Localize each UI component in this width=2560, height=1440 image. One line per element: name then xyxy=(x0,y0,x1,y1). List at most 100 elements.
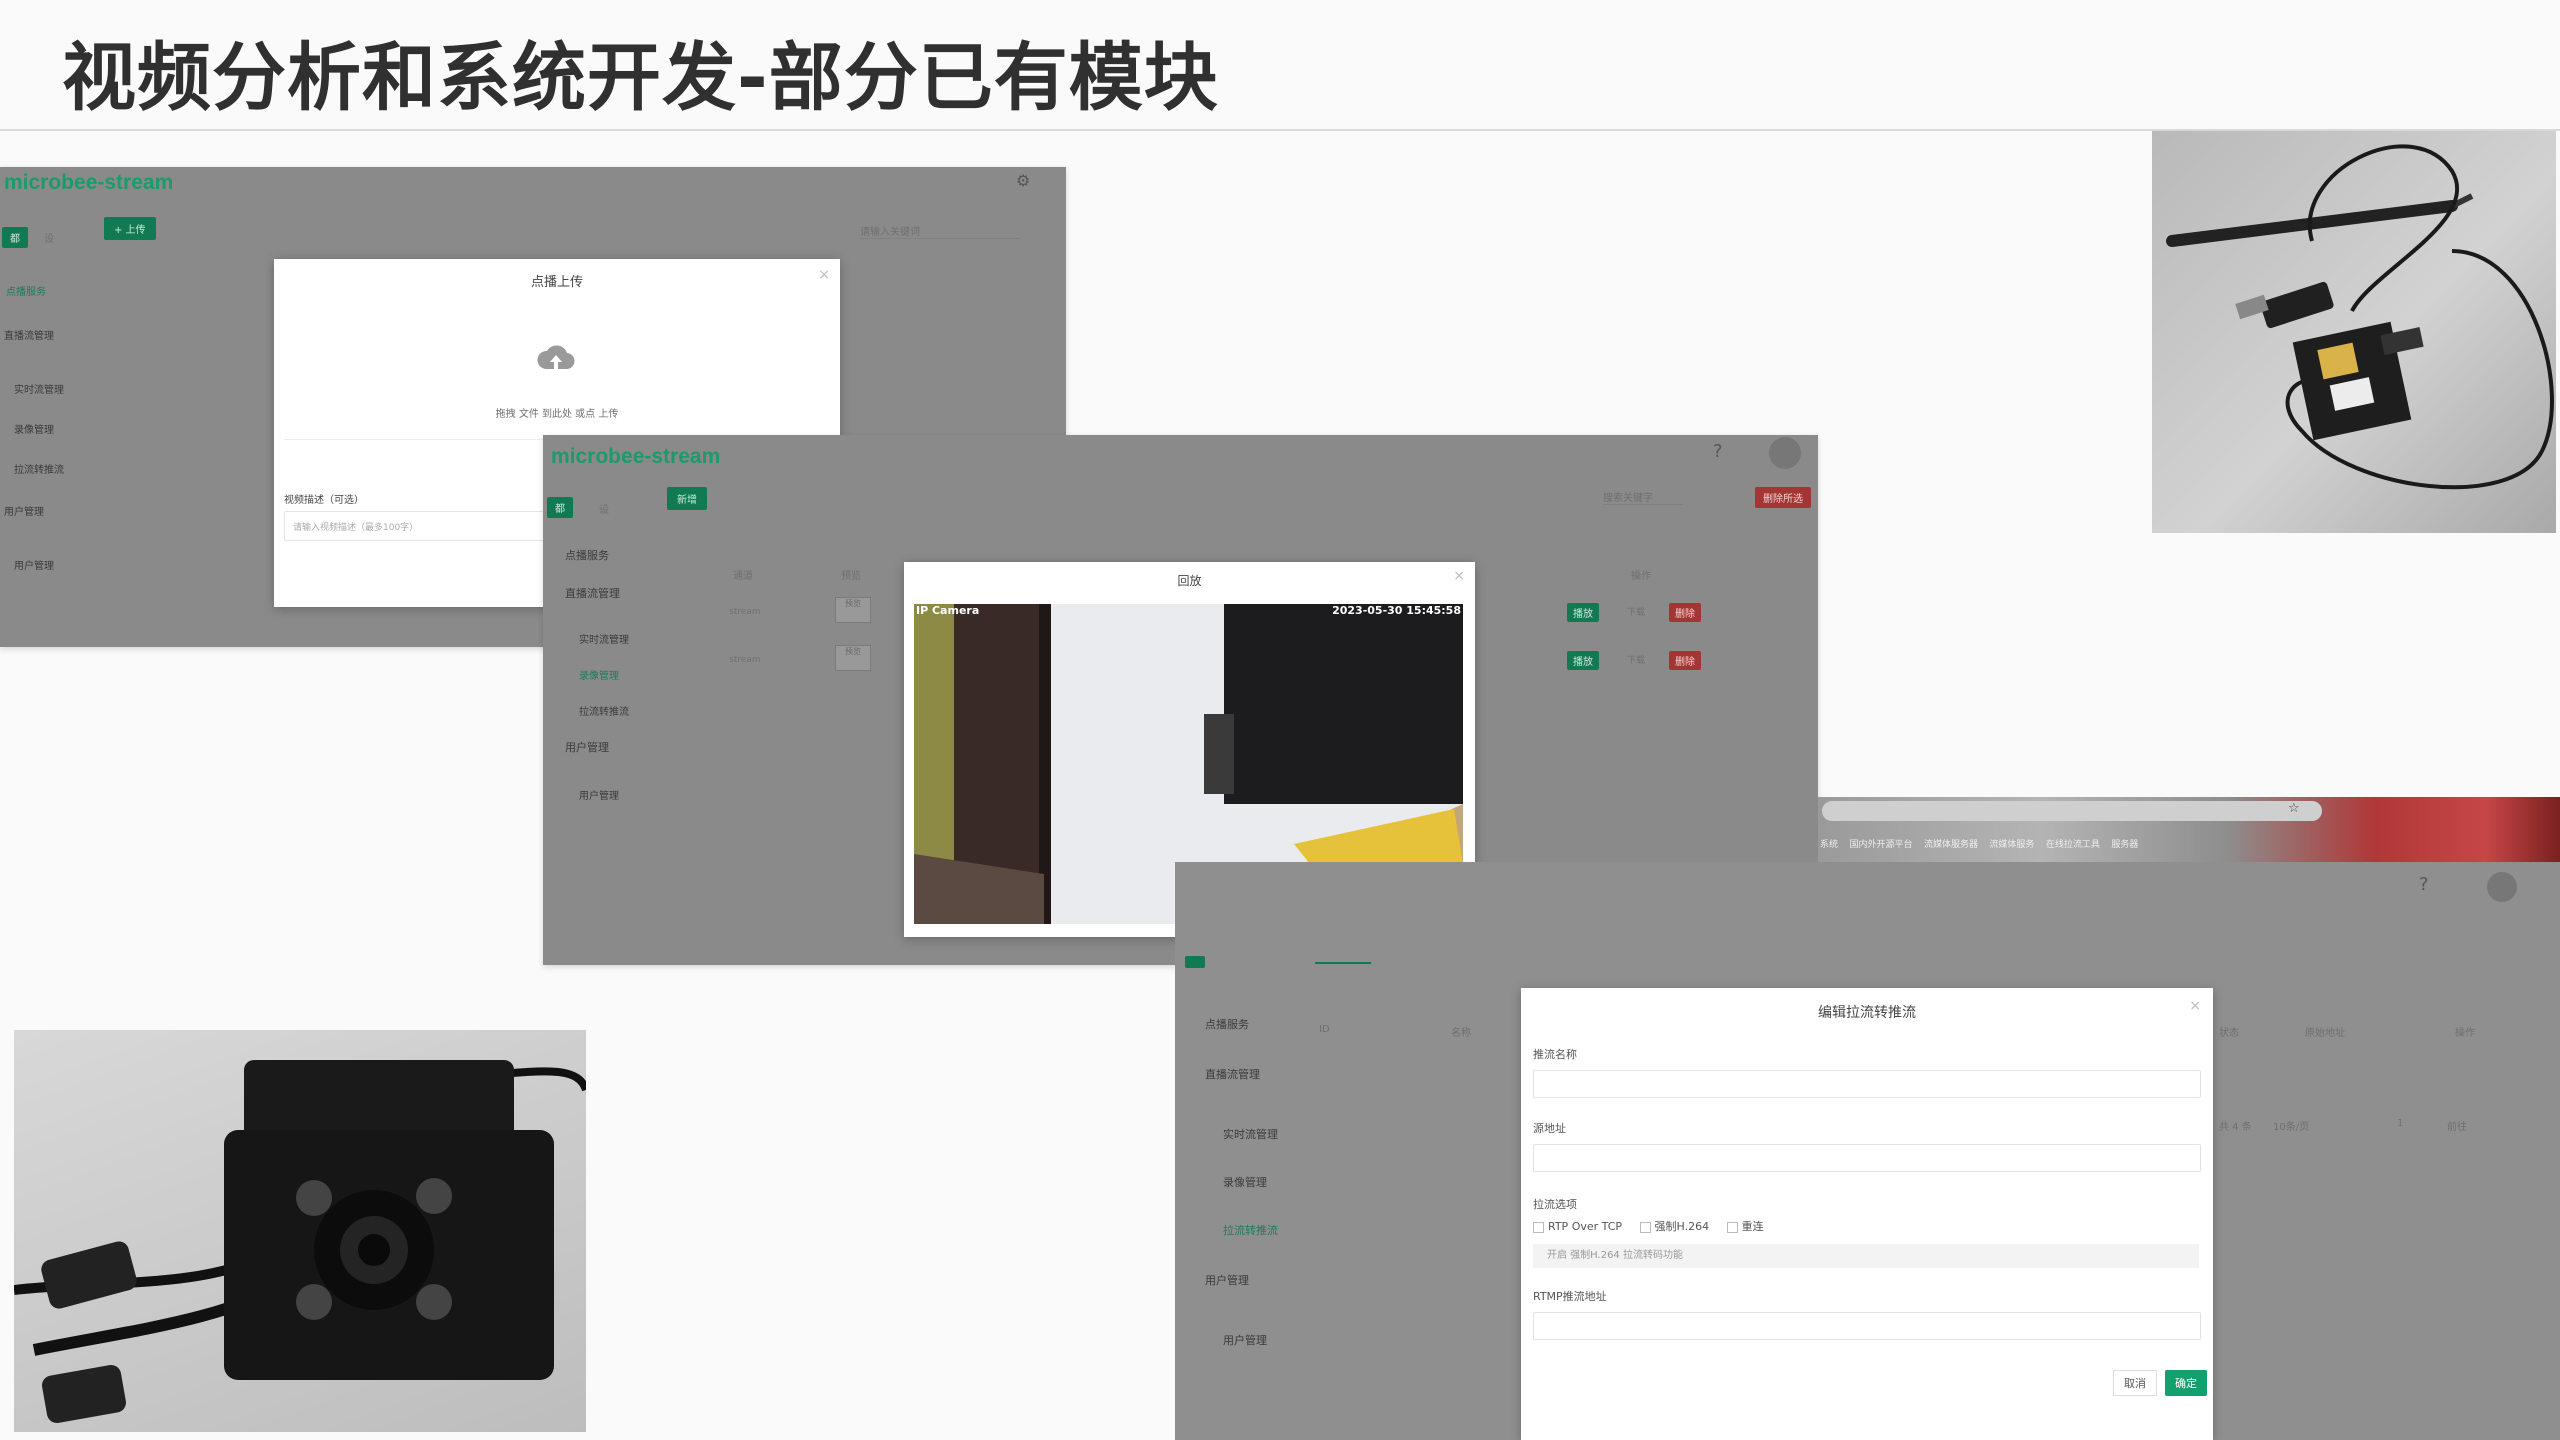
sidebar-item-user[interactable]: 用户管理 xyxy=(1223,1332,1267,1348)
app-brand: microbee-stream xyxy=(4,171,174,194)
bookmark-item[interactable]: 在线拉流工具 xyxy=(2046,840,2100,850)
download-button[interactable]: 下载 xyxy=(1627,653,1645,666)
delete-selected-button[interactable]: 删除所选 xyxy=(1755,487,1811,508)
sidebar-item-vod[interactable]: 点播服务 xyxy=(1205,1016,1249,1032)
app-brand: microbee-stream xyxy=(551,445,721,468)
close-icon[interactable]: × xyxy=(2189,998,2201,1014)
col-header-actions: 操作 xyxy=(2455,1028,2475,1039)
options-hint: 开启 强制H.264 拉流转码功能 xyxy=(1533,1244,2199,1268)
force-h264-checkbox[interactable]: 强制H.264 xyxy=(1639,1220,1709,1233)
play-button[interactable]: 播放 xyxy=(1567,651,1599,670)
play-button[interactable]: 播放 xyxy=(1567,603,1599,622)
settings-icon[interactable]: ⚙ xyxy=(1016,171,1030,190)
bookmark-item[interactable]: 系统 xyxy=(1820,840,1838,850)
star-icon[interactable]: ☆ xyxy=(2288,801,2300,816)
slide-title: 视频分析和系统开发-部分已有模块 xyxy=(62,35,1219,121)
upload-add-button[interactable]: + 上传 xyxy=(104,217,156,240)
pull-options-label: 拉流选项 xyxy=(1533,1198,1577,1211)
sidebar-item-records[interactable]: 录像管理 xyxy=(579,667,619,682)
browser-bar: ☆ 系统 国内外开源平台 流媒体服务器 流媒体服务 在线拉流工具 服务器 xyxy=(1818,797,2560,862)
col-header-actions: 操作 xyxy=(1631,571,1651,582)
modal-title: 编辑拉流转推流 xyxy=(1818,1005,1916,1021)
tab-media[interactable]: 都 xyxy=(2,227,28,248)
sidebar-item-pull[interactable]: 拉流转推流 xyxy=(14,461,64,476)
tab-media[interactable] xyxy=(1185,956,1205,968)
tab-media[interactable]: 都 xyxy=(547,497,573,518)
sidebar-item-live[interactable]: 直播流管理 xyxy=(4,327,54,342)
col-header-source: 原始地址 xyxy=(2305,1028,2345,1039)
delete-button[interactable]: 删除 xyxy=(1669,603,1701,622)
sidebar-item-live[interactable]: 直播流管理 xyxy=(1205,1066,1260,1082)
pager-total: 共 4 条 xyxy=(2219,1122,2252,1133)
rtp-over-tcp-checkbox[interactable]: RTP Over TCP xyxy=(1533,1220,1622,1233)
bookmark-item[interactable]: 流媒体服务器 xyxy=(1924,840,1978,850)
pager-size-select[interactable]: 10条/页 xyxy=(2273,1118,2309,1133)
modal-title: 回放 xyxy=(1177,574,1202,588)
sidebar-item-live[interactable]: 直播流管理 xyxy=(565,585,620,601)
help-icon[interactable]: ? xyxy=(2419,874,2429,895)
reconnect-checkbox[interactable]: 重连 xyxy=(1726,1220,1764,1233)
col-header-channel: 通道 xyxy=(733,571,753,582)
sidebar-item-vod[interactable]: 点播服务 xyxy=(6,283,46,298)
confirm-button[interactable]: 确定 xyxy=(2165,1370,2207,1396)
close-icon[interactable]: × xyxy=(1453,568,1465,584)
download-button[interactable]: 下载 xyxy=(1627,605,1645,618)
tab-settings[interactable]: 设 xyxy=(599,501,609,516)
sidebar-item-users[interactable]: 用户管理 xyxy=(4,503,44,518)
sidebar-item-realtime[interactable]: 实时流管理 xyxy=(579,631,629,646)
sidebar-item-realtime[interactable]: 实时流管理 xyxy=(1223,1126,1278,1142)
tab-settings[interactable]: 设 xyxy=(44,230,54,245)
bookmark-item[interactable]: 服务器 xyxy=(2111,840,2138,850)
sidebar-item-user[interactable]: 用户管理 xyxy=(579,787,619,802)
col-header-preview: 预览 xyxy=(841,571,861,582)
bookmark-item[interactable]: 流媒体服务 xyxy=(1989,840,2034,850)
close-icon[interactable]: × xyxy=(818,267,830,283)
cancel-button[interactable]: 取消 xyxy=(2113,1370,2157,1396)
rtmp-push-input[interactable] xyxy=(1533,1312,2201,1340)
source-url-label: 源地址 xyxy=(1533,1122,1566,1135)
avatar[interactable] xyxy=(1769,437,1801,469)
sidebar-item-realtime[interactable]: 实时流管理 xyxy=(14,381,64,396)
pager-page[interactable]: 1 xyxy=(2397,1118,2403,1129)
delete-button[interactable]: 删除 xyxy=(1669,651,1701,670)
bookmark-item[interactable]: 国内外开源平台 xyxy=(1849,840,1912,850)
row-thumbnail[interactable]: 预览 xyxy=(835,645,871,671)
row-name: stream xyxy=(729,607,761,617)
help-icon[interactable]: ? xyxy=(1713,441,1723,462)
stream-name-label: 推流名称 xyxy=(1533,1048,1577,1061)
row-thumbnail[interactable]: 预览 xyxy=(835,597,871,623)
sidebar-item-pull[interactable]: 拉流转推流 xyxy=(1223,1222,1278,1238)
add-button[interactable]: 新增 xyxy=(667,487,707,510)
address-bar[interactable] xyxy=(1822,801,2322,821)
pull-options-group: RTP Over TCP 强制H.264 重连 xyxy=(1533,1218,1764,1234)
col-header-name: 名称 xyxy=(1451,1028,1471,1039)
modal-title: 点播上传 xyxy=(530,275,583,290)
bookmarks-bar: 系统 国内外开源平台 流媒体服务器 流媒体服务 在线拉流工具 服务器 xyxy=(1820,837,2138,850)
search-input[interactable]: 请输入关键词 xyxy=(860,223,1020,239)
avatar[interactable] xyxy=(2487,872,2517,902)
camera-photo xyxy=(14,1030,586,1432)
cloud-upload-icon[interactable] xyxy=(536,339,576,379)
sidebar-item-vod[interactable]: 点播服务 xyxy=(565,547,609,563)
sidebar-item-users[interactable]: 用户管理 xyxy=(1205,1272,1249,1288)
upload-hint: 拖拽 文件 到此处 或点 上传 xyxy=(495,409,619,420)
description-input[interactable]: 请输入视频描述（最多100字） xyxy=(284,511,546,541)
stream-name-input[interactable] xyxy=(1533,1070,2201,1098)
edit-modal: 编辑拉流转推流 × 推流名称 源地址 拉流选项 RTP Over TCP 强制H… xyxy=(1521,988,2213,1440)
video-overlay-label: IP Camera xyxy=(916,604,980,617)
rtmp-push-label: RTMP推流地址 xyxy=(1533,1290,1607,1303)
sidebar-item-users[interactable]: 用户管理 xyxy=(565,739,609,755)
source-url-input[interactable] xyxy=(1533,1144,2201,1172)
active-tab-indicator xyxy=(1315,962,1371,964)
board-photo xyxy=(2152,131,2556,533)
sidebar-item-user[interactable]: 用户管理 xyxy=(14,557,54,572)
sidebar-item-records[interactable]: 录像管理 xyxy=(14,421,54,436)
row-name: stream xyxy=(729,655,761,665)
search-input[interactable]: 搜索关键字 xyxy=(1603,489,1683,505)
col-header-status: 状态 xyxy=(2219,1028,2239,1039)
edit-screenshot: ? 点播服务 直播流管理 实时流管理 录像管理 拉流转推流 用户管理 用户管理 … xyxy=(1175,862,2560,1440)
col-header-id: ID xyxy=(1319,1024,1330,1035)
sidebar-item-pull[interactable]: 拉流转推流 xyxy=(579,703,629,718)
sidebar-item-records[interactable]: 录像管理 xyxy=(1223,1174,1267,1190)
description-label: 视频描述（可选） xyxy=(284,495,364,506)
